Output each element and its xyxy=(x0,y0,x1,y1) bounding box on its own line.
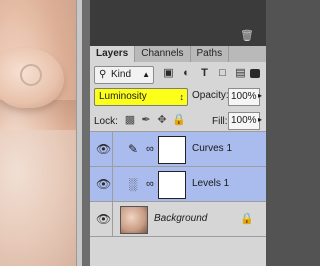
type-filter-icon[interactable]: T xyxy=(198,67,211,80)
lock-move-icon[interactable]: ✥ xyxy=(156,114,168,126)
canvas-photo-body xyxy=(0,130,76,266)
shape-filter-icon[interactable]: □ xyxy=(216,67,229,80)
document-canvas[interactable] xyxy=(0,0,76,266)
layers-panel: 🗑 Layers Channels Paths ⚲ Kind ▲︎ ▣ ◐ T … xyxy=(90,0,266,266)
lock-transparent-icon[interactable]: ▩ xyxy=(124,114,136,126)
eye-icon[interactable]: 👁 xyxy=(96,213,111,225)
kind-filter-dropdown[interactable]: ⚲ Kind ▲︎ xyxy=(94,66,154,84)
image-filter-icon[interactable]: ▣ xyxy=(162,67,175,80)
layer-name: Background xyxy=(154,213,208,224)
levels-histogram-icon: ░ xyxy=(128,177,138,191)
fill-label: Fill: xyxy=(212,116,228,127)
link-icon[interactable]: ∞ xyxy=(146,141,154,157)
layer-mask-thumbnail[interactable] xyxy=(158,171,186,199)
fill-input[interactable]: 100% xyxy=(228,112,260,130)
layer-row-background[interactable]: 👁 Background 🔒 xyxy=(90,202,266,237)
chevron-right-icon[interactable]: ▸ xyxy=(258,88,262,104)
divider xyxy=(112,202,113,236)
adjustment-filter-icon[interactable]: ◐ xyxy=(180,67,193,80)
smart-object-filter-icon[interactable]: ▤ xyxy=(234,67,247,80)
canvas-photo-ring xyxy=(20,64,42,86)
trash-icon[interactable]: 🗑 xyxy=(240,30,254,42)
eye-icon[interactable]: 👁 xyxy=(96,178,111,190)
tab-paths[interactable]: Paths xyxy=(191,46,230,62)
layer-name: Curves 1 xyxy=(192,143,233,154)
panel-tabs: Layers Channels Paths xyxy=(90,46,266,62)
tab-layers[interactable]: Layers xyxy=(90,46,136,62)
search-icon: ⚲ xyxy=(99,69,107,80)
layer-name: Levels 1 xyxy=(192,178,230,189)
filter-toggle-icon[interactable] xyxy=(250,69,260,78)
opacity-label: Opacity: xyxy=(192,90,229,101)
updown-arrows-icon: ↕ xyxy=(179,92,185,102)
layer-row-levels[interactable]: 👁 ░ ∞ Levels 1 xyxy=(90,167,266,202)
blend-mode-value: Luminosity xyxy=(99,91,147,102)
layer-mask-thumbnail[interactable] xyxy=(158,136,186,164)
chevron-down-icon: ▲︎ xyxy=(142,70,150,79)
chevron-right-icon[interactable]: ▸ xyxy=(258,112,262,128)
eye-icon[interactable]: 👁 xyxy=(96,143,111,155)
curves-icon: ✎ xyxy=(127,142,139,156)
panel-collapse-strip[interactable] xyxy=(82,0,90,266)
opacity-input[interactable]: 100% xyxy=(228,88,260,106)
kind-filter-label: Kind xyxy=(111,69,132,80)
blend-mode-dropdown[interactable]: Luminosity ↕ xyxy=(94,88,188,106)
lock-brush-icon[interactable]: ✒ xyxy=(140,114,152,126)
layer-thumbnail[interactable] xyxy=(120,206,148,234)
layer-row-curves[interactable]: 👁 ✎ ∞ Curves 1 xyxy=(90,132,266,167)
tab-channels[interactable]: Channels xyxy=(135,46,191,62)
lock-icon[interactable]: 🔒 xyxy=(240,212,254,226)
divider xyxy=(112,167,113,201)
lock-all-icon[interactable]: 🔒 xyxy=(172,114,186,126)
lock-label: Lock: xyxy=(94,116,118,127)
panel-top-area: 🗑 xyxy=(90,0,266,46)
divider xyxy=(112,132,113,166)
link-icon[interactable]: ∞ xyxy=(146,176,154,192)
